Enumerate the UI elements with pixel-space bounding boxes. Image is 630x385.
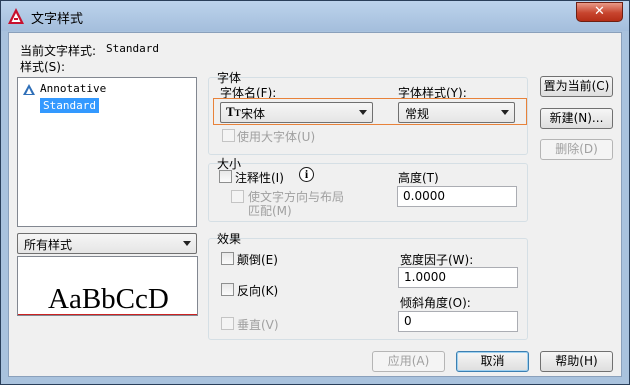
oblique-angle-label: 倾斜角度(O): <box>400 296 471 310</box>
autocad-logo-icon <box>8 8 24 24</box>
font-style-dropdown[interactable]: 常规 <box>398 102 515 123</box>
backwards-checkbox[interactable] <box>221 283 234 296</box>
current-style-value: Standard <box>106 42 159 55</box>
effects-group-title: 效果 <box>217 232 242 246</box>
match-orientation-label-line2: 匹配(M) <box>248 204 292 218</box>
annotative-icon <box>23 84 35 95</box>
upside-down-label: 颠倒(E) <box>237 253 278 267</box>
width-factor-label: 宽度因子(W): <box>400 253 474 267</box>
chevron-down-icon <box>183 241 191 246</box>
style-filter-value: 所有样式 <box>24 238 73 252</box>
title-bar[interactable]: 文字样式 ✕ <box>1 1 629 31</box>
list-item-label: Standard <box>43 99 96 112</box>
cancel-label: 取消 <box>480 354 505 368</box>
width-factor-value: 1.0000 <box>404 270 446 284</box>
styles-list[interactable]: Annotative Standard <box>17 77 197 227</box>
close-icon: ✕ <box>594 4 605 19</box>
apply-label: 应用(A) <box>387 354 430 368</box>
font-name-value: 宋体 <box>241 107 266 121</box>
help-button[interactable]: 帮助(H) <box>540 351 613 372</box>
set-current-button[interactable]: 置为当前(C) <box>540 76 613 97</box>
preview-box: AaBbCcD <box>17 256 198 316</box>
upside-down-checkbox[interactable] <box>221 252 234 265</box>
delete-style-button[interactable]: 删除(D) <box>540 139 613 160</box>
height-input[interactable]: 0.0000 <box>397 186 517 207</box>
apply-button[interactable]: 应用(A) <box>372 351 445 372</box>
new-style-label: 新建(N)... <box>549 111 604 125</box>
annotative-label: 注释性(I) <box>235 171 284 185</box>
chevron-down-icon <box>501 110 509 115</box>
window-title: 文字样式 <box>31 12 84 27</box>
truetype-font-icon: TT <box>226 104 241 119</box>
match-orientation-checkbox[interactable] <box>231 190 244 203</box>
oblique-angle-input[interactable]: 0 <box>398 311 518 332</box>
delete-style-label: 删除(D) <box>555 142 598 156</box>
help-label: 帮助(H) <box>555 354 598 368</box>
styles-label: 样式(S): <box>20 60 66 74</box>
text-style-dialog: 文字样式 ✕ 当前文字样式: Standard 样式(S): Annotativ… <box>0 0 630 385</box>
list-item-selected[interactable]: Standard <box>40 98 99 113</box>
vertical-checkbox[interactable] <box>221 317 234 330</box>
info-icon[interactable]: i <box>299 167 314 182</box>
font-name-dropdown[interactable]: TT 宋体 <box>220 102 373 123</box>
list-item-label: Annotative <box>40 82 107 95</box>
height-label: 高度(T) <box>398 171 439 185</box>
font-style-value: 常规 <box>405 107 430 121</box>
list-item[interactable]: Annotative <box>23 82 193 98</box>
oblique-angle-value: 0 <box>404 314 412 328</box>
close-button[interactable]: ✕ <box>576 2 623 22</box>
vertical-label: 垂直(V) <box>237 318 279 332</box>
cancel-button[interactable]: 取消 <box>456 351 529 372</box>
set-current-label: 置为当前(C) <box>543 79 610 93</box>
preview-sample-text: AaBbCcD <box>48 283 169 315</box>
width-factor-input[interactable]: 1.0000 <box>398 267 518 288</box>
height-value: 0.0000 <box>403 189 445 203</box>
backwards-label: 反向(K) <box>237 284 279 298</box>
current-style-label: 当前文字样式: <box>20 44 97 58</box>
annotative-checkbox[interactable] <box>219 170 232 183</box>
chevron-down-icon <box>359 110 367 115</box>
new-style-button[interactable]: 新建(N)... <box>540 108 613 129</box>
preview-baseline <box>18 314 197 315</box>
bigfont-checkbox[interactable] <box>222 129 235 142</box>
style-filter-dropdown[interactable]: 所有样式 <box>17 233 197 254</box>
bigfont-label: 使用大字体(U) <box>237 130 316 144</box>
dialog-body: 当前文字样式: Standard 样式(S): Annotative Stand… <box>8 32 622 377</box>
